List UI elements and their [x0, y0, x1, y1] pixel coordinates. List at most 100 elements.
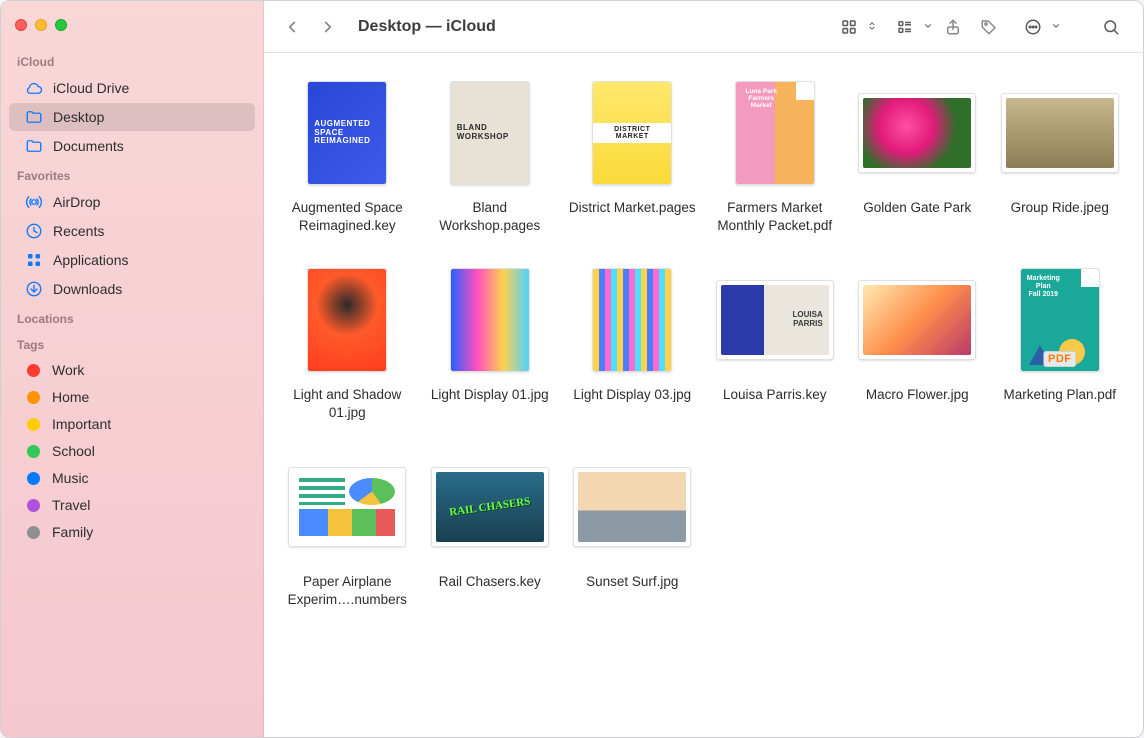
sidebar-section-header: Locations	[1, 304, 263, 330]
sidebar-item-label: Travel	[52, 497, 90, 513]
file-thumbnail	[852, 75, 983, 191]
file-item[interactable]: Light Display 01.jpg	[425, 262, 556, 421]
view-icon-mode-button[interactable]	[833, 12, 865, 42]
sidebar: iCloud iCloud Drive Desktop Documents Favori…	[1, 1, 264, 737]
toolbar: Desktop — iCloud	[264, 1, 1143, 53]
file-thumbnail: RAIL CHASERS	[425, 449, 556, 565]
file-item[interactable]: LOUISA PARRISLouisa Parris.key	[710, 262, 841, 421]
sidebar-item-recents[interactable]: Recents	[9, 217, 255, 245]
group-by-chevron-icon[interactable]	[923, 19, 933, 34]
clock-icon	[25, 222, 43, 240]
file-thumbnail: AUGMENTED SPACE REIMAGINED	[282, 75, 413, 191]
view-mode-stepper[interactable]	[867, 19, 877, 34]
tag-dot-icon	[27, 499, 40, 512]
download-icon	[25, 280, 43, 298]
sidebar-item-work[interactable]: Work	[9, 357, 255, 383]
file-thumbnail	[425, 262, 556, 378]
file-label: Sunset Surf.jpg	[586, 573, 678, 591]
file-item[interactable]: Light and Shadow 01.jpg	[282, 262, 413, 421]
cloud-icon	[25, 79, 43, 97]
sidebar-item-important[interactable]: Important	[9, 411, 255, 437]
sidebar-item-label: Applications	[53, 252, 129, 268]
file-item[interactable]: Sunset Surf.jpg	[567, 449, 698, 608]
tag-dot-icon	[27, 364, 40, 377]
tag-dot-icon	[27, 391, 40, 404]
sidebar-item-music[interactable]: Music	[9, 465, 255, 491]
file-label: Augmented Space Reimagined.key	[282, 199, 413, 234]
more-actions-chevron-icon[interactable]	[1051, 19, 1061, 34]
tag-dot-icon	[27, 445, 40, 458]
file-label: Farmers Market Monthly Packet.pdf	[710, 199, 841, 234]
file-item[interactable]: AUGMENTED SPACE REIMAGINED Augmented Spac…	[282, 75, 413, 234]
sidebar-item-label: iCloud Drive	[53, 80, 129, 96]
file-item[interactable]: BLAND WORKSHOP Bland Workshop.pages	[425, 75, 556, 234]
main-pane: Desktop — iCloud	[264, 1, 1143, 737]
group-by-button[interactable]	[889, 12, 921, 42]
back-button[interactable]	[276, 12, 308, 42]
file-item[interactable]: Group Ride.jpeg	[995, 75, 1126, 234]
file-item[interactable]: DISTRICT MARKET District Market.pages	[567, 75, 698, 234]
close-window-button[interactable]	[15, 19, 27, 31]
sidebar-item-label: Recents	[53, 223, 104, 239]
sidebar-item-desktop[interactable]: Desktop	[9, 103, 255, 131]
file-label: Macro Flower.jpg	[866, 386, 969, 404]
sidebar-section-header: iCloud	[1, 47, 263, 73]
sidebar-item-label: AirDrop	[53, 194, 100, 210]
sidebar-item-applications[interactable]: Applications	[9, 246, 255, 274]
sidebar-item-label: Documents	[53, 138, 124, 154]
sidebar-item-documents[interactable]: Documents	[9, 132, 255, 160]
tag-dot-icon	[27, 472, 40, 485]
share-button[interactable]	[937, 12, 969, 42]
file-label: Golden Gate Park	[863, 199, 971, 217]
sidebar-item-school[interactable]: School	[9, 438, 255, 464]
sidebar-item-label: Desktop	[53, 109, 104, 125]
file-label: Bland Workshop.pages	[425, 199, 556, 234]
pdf-badge-icon: PDF	[1043, 351, 1077, 367]
tags-button[interactable]	[973, 12, 1005, 42]
sidebar-item-label: School	[52, 443, 95, 459]
search-button[interactable]	[1095, 12, 1127, 42]
file-label: Paper Airplane Experim….numbers	[282, 573, 413, 608]
file-thumbnail: MarketingPlanFall 2019PDF	[995, 262, 1126, 378]
file-label: Rail Chasers.key	[439, 573, 541, 591]
sidebar-item-label: Family	[52, 524, 93, 540]
file-thumbnail	[852, 262, 983, 378]
file-label: Marketing Plan.pdf	[1003, 386, 1116, 404]
zoom-window-button[interactable]	[55, 19, 67, 31]
sidebar-item-home[interactable]: Home	[9, 384, 255, 410]
minimize-window-button[interactable]	[35, 19, 47, 31]
file-label: Light and Shadow 01.jpg	[282, 386, 413, 421]
sidebar-item-travel[interactable]: Travel	[9, 492, 255, 518]
file-thumbnail	[995, 75, 1126, 191]
file-item[interactable]: MarketingPlanFall 2019PDF Marketing Plan.…	[995, 262, 1126, 421]
sidebar-item-label: Home	[52, 389, 89, 405]
file-thumbnail: Luna Park Farmers Market	[710, 75, 841, 191]
file-thumbnail: DISTRICT MARKET	[567, 75, 698, 191]
file-grid: AUGMENTED SPACE REIMAGINED Augmented Spac…	[282, 75, 1125, 608]
file-item[interactable]: Paper Airplane Experim….numbers	[282, 449, 413, 608]
file-thumbnail: LOUISA PARRIS	[710, 262, 841, 378]
more-actions-button[interactable]	[1017, 12, 1049, 42]
tag-dot-icon	[27, 526, 40, 539]
file-item[interactable]: Macro Flower.jpg	[852, 262, 983, 421]
file-thumbnail	[282, 449, 413, 565]
forward-button[interactable]	[312, 12, 344, 42]
apps-icon	[25, 251, 43, 269]
folder-icon	[25, 137, 43, 155]
sidebar-section-header: Favorites	[1, 161, 263, 187]
file-item[interactable]: RAIL CHASERS Rail Chasers.key	[425, 449, 556, 608]
sidebar-item-icloud-drive[interactable]: iCloud Drive	[9, 74, 255, 102]
sidebar-item-family[interactable]: Family	[9, 519, 255, 545]
file-item[interactable]: Luna Park Farmers Market Farmers Market M…	[710, 75, 841, 234]
file-item[interactable]: Golden Gate Park	[852, 75, 983, 234]
sidebar-item-downloads[interactable]: Downloads	[9, 275, 255, 303]
file-label: District Market.pages	[569, 199, 696, 217]
file-thumbnail	[567, 262, 698, 378]
file-thumbnail: BLAND WORKSHOP	[425, 75, 556, 191]
file-label: Light Display 03.jpg	[573, 386, 691, 404]
sidebar-item-airdrop[interactable]: AirDrop	[9, 188, 255, 216]
sidebar-item-label: Work	[52, 362, 84, 378]
file-label: Group Ride.jpeg	[1011, 199, 1109, 217]
sidebar-item-label: Music	[52, 470, 89, 486]
file-item[interactable]: Light Display 03.jpg	[567, 262, 698, 421]
